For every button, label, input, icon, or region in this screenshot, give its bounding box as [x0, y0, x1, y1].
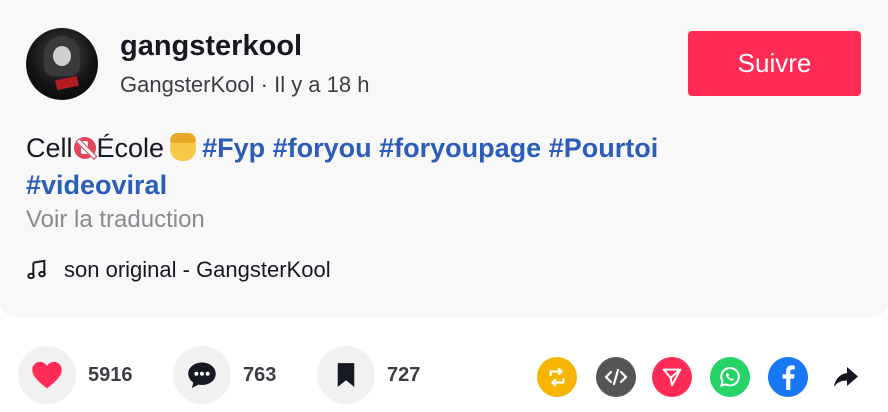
sound-label: son original - GangsterKool — [64, 257, 331, 282]
save-count: 727 — [387, 363, 421, 386]
username[interactable]: gangsterkool — [120, 30, 302, 63]
translate-link[interactable]: Voir la traduction — [26, 206, 205, 234]
follow-button[interactable]: Suivre — [688, 31, 861, 96]
like-count: 5916 — [88, 363, 133, 386]
caption-word: École — [96, 133, 165, 163]
avatar-logo — [55, 75, 79, 91]
comment-action[interactable]: 763 — [173, 346, 276, 404]
bookmark-icon — [337, 363, 355, 387]
author-meta: GangsterKool · Il y a 18 h — [120, 72, 370, 97]
hashtag-link[interactable]: #foryoupage — [379, 133, 541, 163]
send-button[interactable] — [652, 357, 692, 397]
like-button[interactable] — [18, 346, 76, 404]
caption: Cell École #Fyp #foryou #foryoupage #Pourt… — [26, 130, 746, 204]
more-share-button[interactable] — [826, 357, 866, 397]
save-action[interactable]: 727 — [317, 346, 420, 404]
facebook-icon — [782, 365, 795, 390]
embed-icon — [604, 368, 628, 386]
facepalm-emoji-icon — [170, 133, 197, 161]
comment-count: 763 — [243, 363, 277, 386]
sound-link[interactable]: son original - GangsterKool — [26, 257, 331, 283]
embed-button[interactable] — [596, 357, 636, 397]
hashtag-link[interactable]: #Pourtoi — [549, 133, 659, 163]
repost-icon — [549, 367, 565, 387]
whatsapp-icon — [720, 366, 740, 387]
whatsapp-button[interactable] — [710, 357, 750, 397]
comment-button[interactable] — [173, 346, 231, 404]
hashtag-link[interactable]: #Fyp — [202, 133, 265, 163]
save-button[interactable] — [317, 346, 375, 404]
hashtag-link[interactable]: #foryou — [273, 133, 372, 163]
avatar[interactable] — [26, 28, 98, 100]
hashtag-link[interactable]: #videoviral — [26, 170, 167, 200]
like-action[interactable]: 5916 — [18, 346, 133, 404]
post-info-card: gangsterkool GangsterKool · Il y a 18 h … — [0, 0, 888, 317]
send-icon — [662, 368, 682, 387]
no-phone-emoji-icon — [73, 137, 96, 159]
repost-button[interactable] — [537, 357, 577, 397]
facebook-button[interactable] — [768, 357, 808, 397]
avatar-face — [53, 46, 71, 66]
share-arrow-icon — [834, 367, 858, 387]
heart-icon — [32, 361, 62, 389]
caption-text: Cell — [26, 133, 73, 163]
music-note-icon — [27, 259, 46, 280]
comment-icon — [188, 362, 216, 389]
